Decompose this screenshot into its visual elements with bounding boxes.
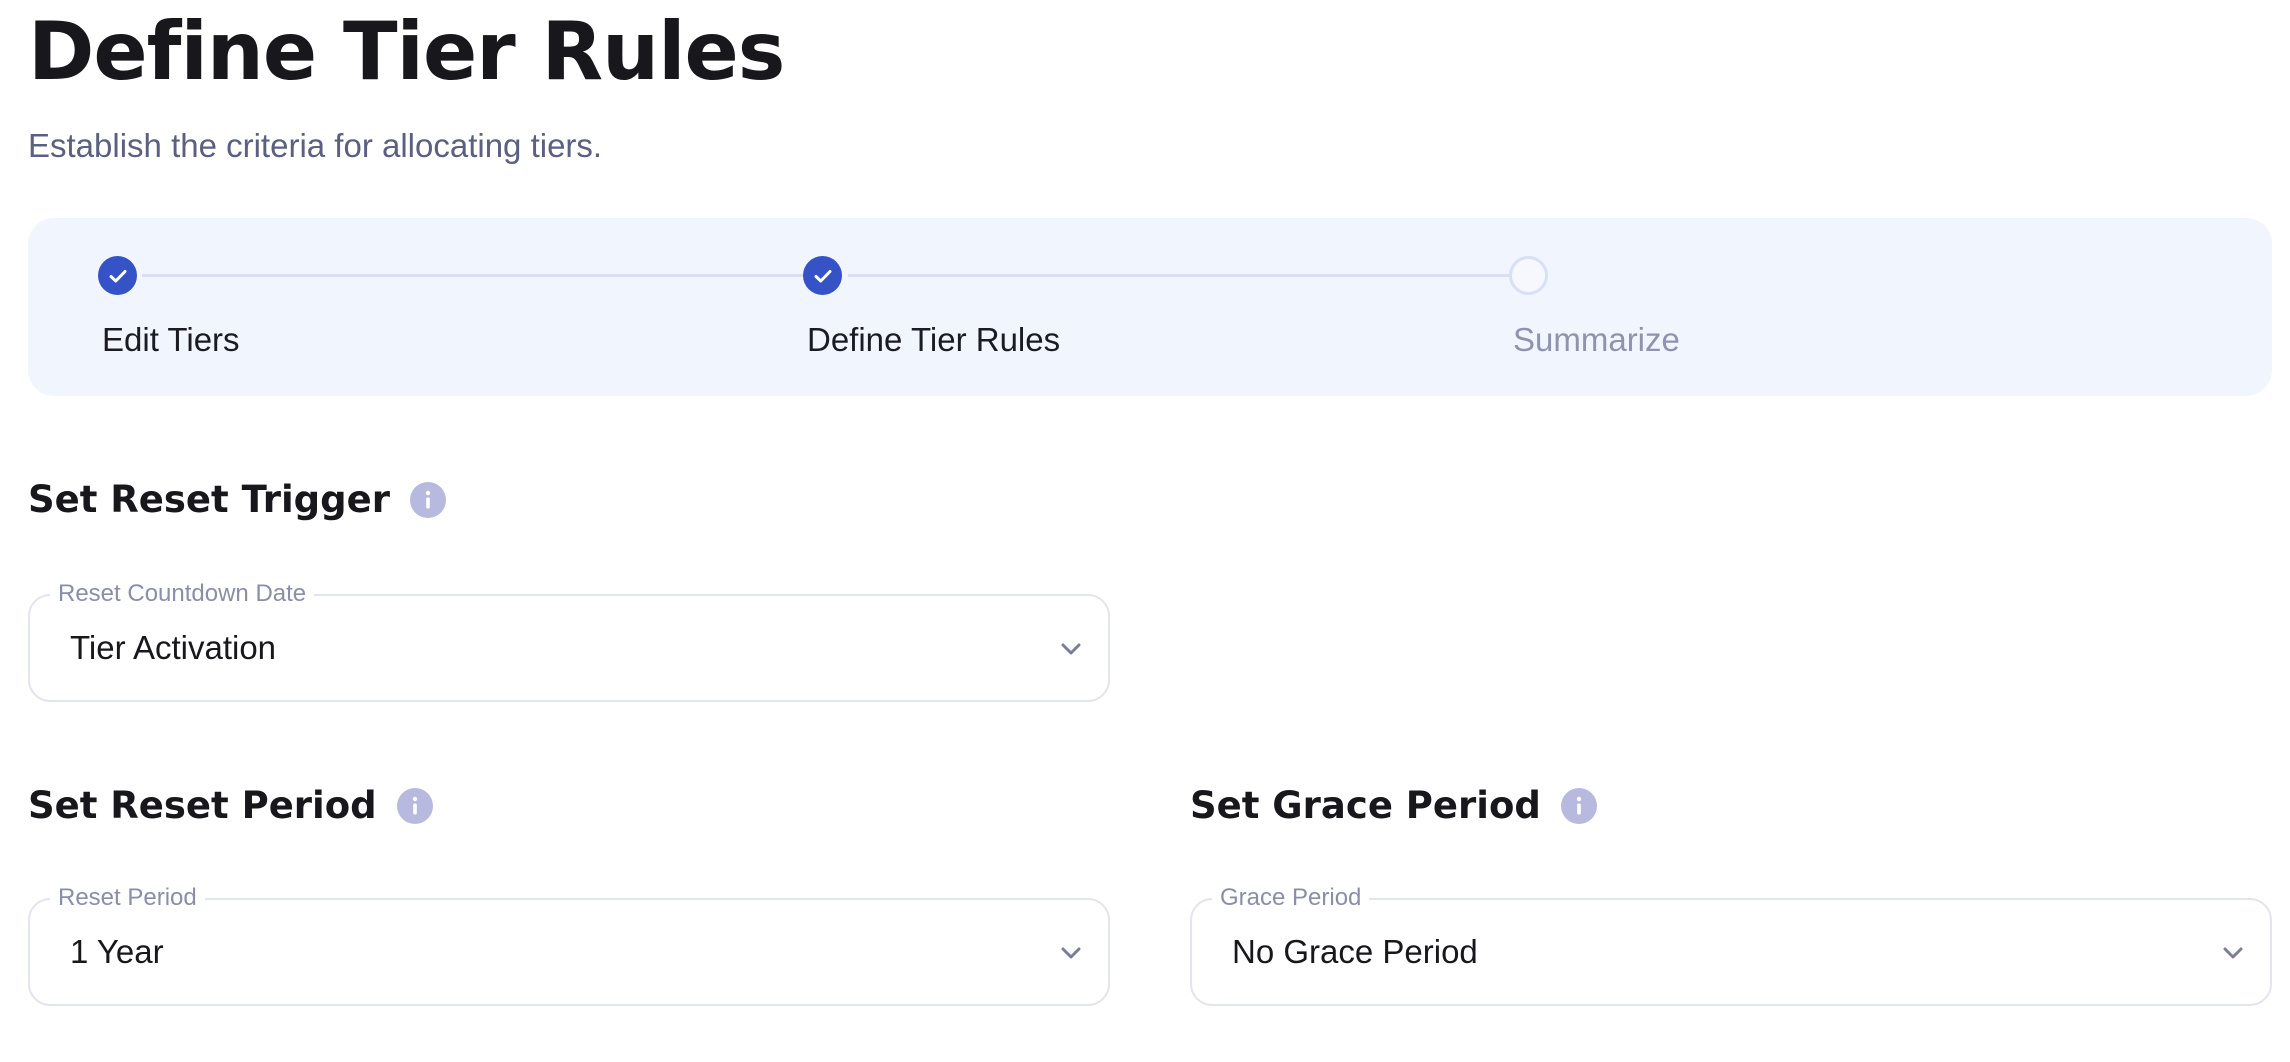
section-title-text: Set Reset Trigger <box>28 478 390 521</box>
step-edit-tiers-check-icon[interactable] <box>98 256 137 295</box>
page-title: Define Tier Rules <box>28 5 785 98</box>
info-icon[interactable] <box>410 482 446 518</box>
chevron-down-icon[interactable] <box>1058 636 1084 662</box>
select-label: Reset Period <box>50 883 205 913</box>
select-label: Grace Period <box>1212 883 1370 913</box>
select-value: No Grace Period <box>1232 933 1478 970</box>
chevron-down-icon[interactable] <box>2220 940 2246 966</box>
step-summarize-pending-icon[interactable] <box>1509 256 1548 295</box>
reset-period-select[interactable]: Reset Period 1 Year <box>28 883 1110 1006</box>
step-connector <box>848 274 1528 277</box>
chevron-down-icon[interactable] <box>1058 940 1084 966</box>
step-connector <box>142 274 812 277</box>
section-title-text: Set Grace Period <box>1190 784 1541 827</box>
section-title-text: Set Reset Period <box>28 784 377 827</box>
step-define-tier-rules-check-icon[interactable] <box>803 256 842 295</box>
info-icon[interactable] <box>1560 788 1597 824</box>
step-label-define-tier-rules[interactable]: Define Tier Rules <box>807 320 1060 360</box>
reset-countdown-date-select[interactable]: Reset Countdown Date Tier Activation <box>28 579 1110 702</box>
tier-rules-page: Define Tier Rules Establish the criteria… <box>0 0 2290 1062</box>
select-value: Tier Activation <box>70 629 277 666</box>
step-label-summarize[interactable]: Summarize <box>1513 320 1680 360</box>
select-value: 1 Year <box>70 933 164 970</box>
section-title-reset-trigger: Set Reset Trigger <box>28 478 446 522</box>
step-label-edit-tiers[interactable]: Edit Tiers <box>102 320 240 360</box>
section-title-reset-period: Set Reset Period <box>28 784 433 828</box>
select-label: Reset Countdown Date <box>50 579 315 609</box>
info-icon[interactable] <box>396 788 433 824</box>
progress-stepper: Edit Tiers Define Tier Rules Summarize <box>28 218 2272 396</box>
page-subtitle: Establish the criteria for allocating ti… <box>28 127 603 164</box>
section-title-grace-period: Set Grace Period <box>1190 784 1597 828</box>
grace-period-select[interactable]: Grace Period No Grace Period <box>1190 883 2272 1006</box>
